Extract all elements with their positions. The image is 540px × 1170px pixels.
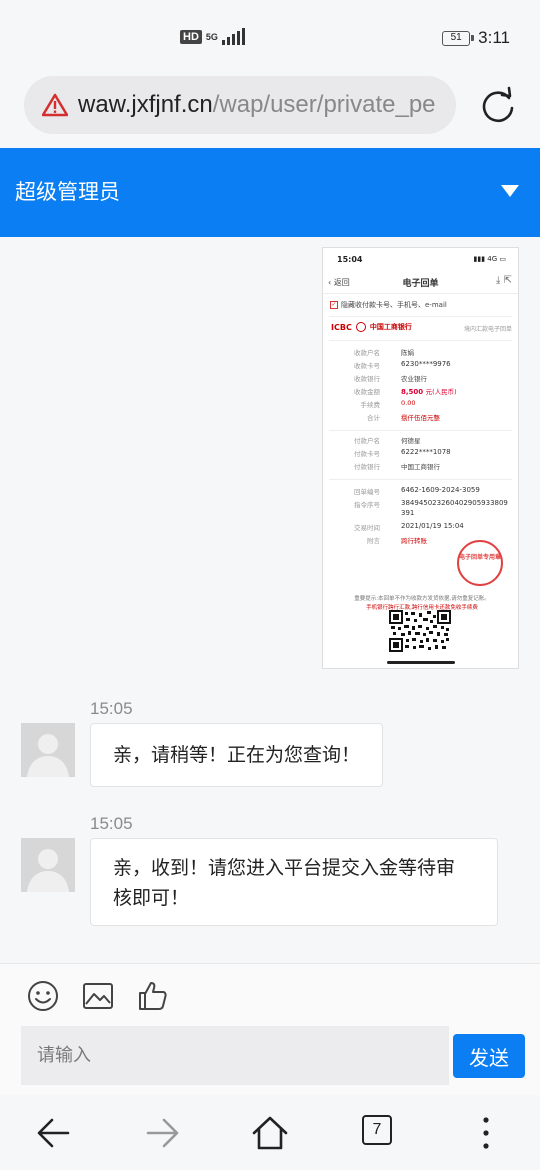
avatar[interactable]	[21, 838, 75, 892]
receipt-row: 指令序号 38494502326040290593380​9	[354, 499, 508, 509]
back-arrow-icon[interactable]	[34, 1113, 74, 1153]
receipt-row: 手续费 0.00	[360, 399, 416, 409]
receipt-row: 付款银行 中国工商银行	[354, 463, 440, 471]
receipt-row: 收款户名 陈娟	[354, 349, 414, 357]
forward-arrow-icon[interactable]	[142, 1113, 182, 1153]
receipt-row: 交易时间 2021/01/19 15:04	[354, 522, 464, 532]
chat-header: 超级管理员	[0, 148, 540, 237]
network-indicators: HD 5G	[180, 28, 245, 45]
bank-logo: ICBC 中国工商银行	[331, 322, 412, 332]
battery-icon: 51	[442, 30, 475, 46]
receipt-type: 境内汇款电子回单	[463, 326, 512, 333]
chat-area[interactable]: 15:04 ▮▮▮ 4G ▭ ‹ 返回 电子回单 ⤓ ⇱ ✓ 隐藏收付款卡号、手机…	[0, 237, 540, 963]
signal-icon	[221, 28, 245, 45]
receipt-status-icons: ▮▮▮ 4G ▭	[473, 255, 507, 263]
message-input[interactable]	[21, 1026, 449, 1085]
receipt-row: 合计 捌仟伍佰元整	[367, 414, 440, 422]
composer-panel: 发送	[0, 963, 540, 1095]
receipt-row: 收款卡号 6230****9976	[354, 360, 451, 370]
address-bar[interactable]: waw.jxfjnf.cn/wap/user/private_pe	[24, 76, 456, 134]
hd-badge: HD	[180, 30, 202, 44]
receipt-note: 重要提示:本回单不作为收款方发货依据,请勿重复记账。	[354, 596, 490, 602]
user-silhouette-icon	[21, 723, 75, 777]
network-type: 5G	[205, 31, 218, 42]
clock: 3:11	[478, 28, 510, 47]
avatar[interactable]	[21, 723, 75, 777]
message-bubble[interactable]: 亲，请稍等！正在为您查询！	[90, 723, 384, 787]
receipt-row: 付款户名 何德星	[354, 437, 421, 445]
more-menu-icon[interactable]	[466, 1113, 506, 1153]
dropdown-caret-icon[interactable]	[500, 184, 520, 198]
message-bubble[interactable]: 亲，收到！请您进入平台提交入金等待审 核即可！	[90, 838, 498, 926]
message-timestamp: 15:05	[90, 699, 133, 718]
receipt-nav: ‹ 返回 电子回单 ⤓ ⇱	[323, 272, 518, 294]
emoji-icon[interactable]	[26, 979, 60, 1013]
reload-icon[interactable]	[478, 86, 518, 126]
thumbs-up-icon[interactable]	[136, 979, 170, 1013]
url-text: waw.jxfjnf.cn/wap/user/private_pe	[78, 91, 436, 118]
status-bar: HD 5G 51 3:11	[0, 0, 540, 72]
image-icon[interactable]	[81, 979, 115, 1013]
message-line: 核即可！	[113, 887, 190, 909]
receipt-row: 收款金额 8,500 元(人民币)	[354, 388, 457, 396]
receipt-row: 391	[401, 509, 415, 517]
icbc-logo-icon	[355, 322, 366, 332]
receipt-time: 15:04	[337, 255, 363, 264]
browser-bottom-nav: 7	[0, 1095, 540, 1170]
receipt-privacy-option: ✓ 隐藏收付款卡号、手机号、e-mail	[330, 301, 447, 309]
warning-icon	[42, 93, 68, 117]
message-timestamp: 15:05	[90, 814, 133, 833]
home-icon[interactable]	[250, 1113, 290, 1153]
receipt-title: 电子回单	[402, 279, 439, 289]
send-button[interactable]: 发送	[453, 1034, 525, 1078]
tabs-count-button[interactable]: 7	[362, 1115, 392, 1145]
receipt-image[interactable]: 15:04 ▮▮▮ 4G ▭ ‹ 返回 电子回单 ⤓ ⇱ ✓ 隐藏收付款卡号、手机…	[322, 247, 519, 669]
receipt-row: 付款卡号 6222****1078	[354, 448, 451, 458]
receipt-row: 回单编号 6462-1609-2024-3059	[354, 486, 480, 496]
bank-stamp: 电子回单专用章	[457, 540, 503, 586]
qr-code-icon	[389, 610, 451, 652]
receipt-row: 收款银行 农业银行	[354, 375, 427, 383]
user-silhouette-icon	[21, 838, 75, 892]
share-icon: ⤓ ⇱	[496, 275, 512, 286]
page-title: 超级管理员	[15, 180, 120, 204]
receipt-home-indicator	[387, 661, 455, 664]
message-line: 亲，收到！请您进入平台提交入金等待审	[113, 857, 456, 879]
